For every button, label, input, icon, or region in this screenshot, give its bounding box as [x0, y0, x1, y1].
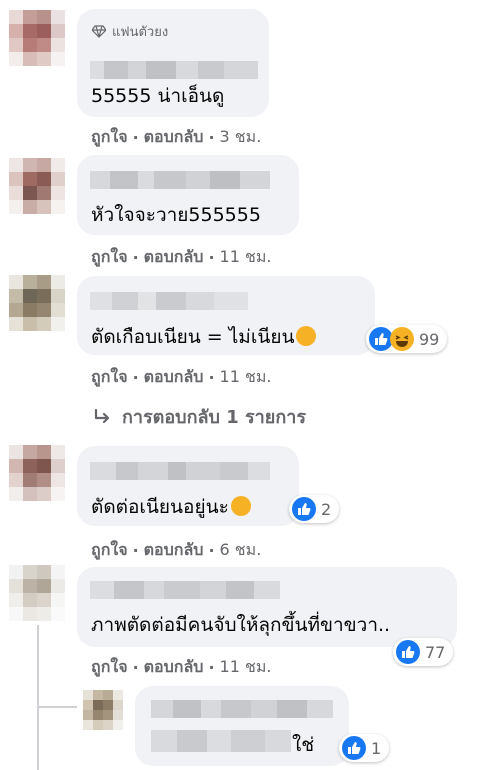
avatar[interactable] [9, 10, 65, 66]
like-link[interactable]: ถูกใจ [91, 538, 128, 563]
commenter-name-blurred[interactable] [90, 292, 248, 310]
comment-text: หัวใจจะวาย555555 [91, 204, 261, 226]
comment-text: ตัดเกือบเนียน = ไม่เนียน [91, 322, 317, 352]
comment-actions: ถูกใจ · ตอบกลับ · 3 ชม. [91, 125, 261, 150]
timestamp[interactable]: 11 ชม. [220, 365, 272, 390]
separator: · [132, 368, 139, 387]
reply-connector-line [37, 706, 77, 708]
like-icon [342, 736, 366, 760]
reaction-summary[interactable]: 77 [393, 638, 454, 666]
comment-text: 55555 น่าเอ็นดู [91, 85, 225, 107]
reply-link[interactable]: ตอบกลับ [144, 655, 204, 680]
separator: · [132, 541, 139, 560]
top-fan-badge[interactable]: แฟนตัวยง [92, 21, 168, 42]
like-link[interactable]: ถูกใจ [91, 365, 128, 390]
comment-bubble: หัวใจจะวาย555555 [77, 155, 299, 235]
badge-label: แฟนตัวยง [112, 25, 169, 40]
comment-actions: ถูกใจ · ตอบกลับ · 6 ชม. [91, 538, 261, 563]
avatar[interactable] [9, 275, 65, 331]
comment-text: ตัดต่อเนียนอยู่นะ [91, 492, 251, 522]
avatar[interactable] [9, 158, 65, 214]
reply-arrow-icon [94, 408, 110, 423]
comment-actions: ถูกใจ · ตอบกลับ · 11 ชม. [91, 245, 271, 270]
comment-bubble: แฟนตัวยง 55555 น่าเอ็นดู [77, 9, 269, 117]
reply-link[interactable]: ตอบกลับ [144, 125, 204, 150]
view-replies-label: การตอบกลับ 1 รายการ [122, 407, 307, 428]
comment-text-content: ตัดต่อเนียนอยู่นะ [91, 496, 229, 518]
separator: · [132, 248, 139, 267]
comment-actions: ถูกใจ · ตอบกลับ · 11 ชม. [91, 365, 271, 390]
reaction-count: 99 [419, 329, 440, 349]
timestamp[interactable]: 3 ชม. [220, 125, 262, 150]
reaction-count: 77 [425, 642, 446, 662]
separator: · [132, 128, 139, 147]
timestamp[interactable]: 11 ชม. [220, 655, 272, 680]
comment-text-content: ตัดเกือบเนียน = ไม่เนียน [91, 326, 295, 348]
separator: · [208, 128, 215, 147]
reaction-count: 1 [371, 738, 382, 758]
like-link[interactable]: ถูกใจ [91, 655, 128, 680]
reply-text: ใช่ [292, 734, 315, 756]
reply-bubble: ใช่ [135, 686, 349, 766]
timestamp[interactable]: 11 ชม. [220, 245, 272, 270]
commenter-name-blurred[interactable] [90, 61, 258, 79]
avatar[interactable] [9, 565, 65, 621]
comment-actions: ถูกใจ · ตอบกลับ · 11 ชม. [91, 655, 271, 680]
separator: · [208, 248, 215, 267]
reply-link[interactable]: ตอบกลับ [144, 245, 204, 270]
comment-bubble: ตัดเกือบเนียน = ไม่เนียน [77, 276, 375, 355]
diamond-icon [92, 25, 106, 38]
separator: · [208, 658, 215, 677]
comment-bubble: ตัดต่อเนียนอยู่นะ [77, 446, 299, 526]
commenter-name-blurred[interactable] [90, 581, 280, 599]
reaction-summary[interactable]: 2 [289, 495, 340, 523]
view-replies-link[interactable]: การตอบกลับ 1 รายการ [94, 402, 306, 431]
like-icon [396, 640, 420, 664]
commenter-name-blurred[interactable] [90, 462, 270, 480]
reply-link[interactable]: ตอบกลับ [144, 538, 204, 563]
avatar[interactable] [83, 690, 123, 730]
commenter-name-blurred[interactable] [151, 700, 333, 718]
reaction-summary[interactable]: 1 [339, 734, 390, 762]
rolling-laughing-emoji-icon [230, 496, 251, 516]
separator: · [132, 658, 139, 677]
comment-text: ภาพตัดต่อมีคนจับให้ลุกขึ้นที่ขาขวา.. [91, 614, 391, 636]
avatar[interactable] [9, 445, 65, 501]
separator: · [208, 541, 215, 560]
timestamp[interactable]: 6 ชม. [220, 538, 262, 563]
reply-link[interactable]: ตอบกลับ [144, 365, 204, 390]
like-icon [292, 497, 316, 521]
like-link[interactable]: ถูกใจ [91, 125, 128, 150]
comment-bubble: ภาพตัดต่อมีคนจับให้ลุกขึ้นที่ขาขวา.. [77, 567, 457, 647]
like-link[interactable]: ถูกใจ [91, 245, 128, 270]
commenter-name-blurred[interactable] [90, 171, 270, 189]
separator: · [208, 368, 215, 387]
reaction-summary[interactable]: 99 [366, 325, 448, 353]
laughing-emoji-icon [296, 326, 317, 346]
reply-thread-line [37, 625, 39, 770]
reply-text-blurred [151, 730, 291, 752]
haha-icon [390, 327, 414, 351]
reaction-count: 2 [321, 499, 332, 519]
